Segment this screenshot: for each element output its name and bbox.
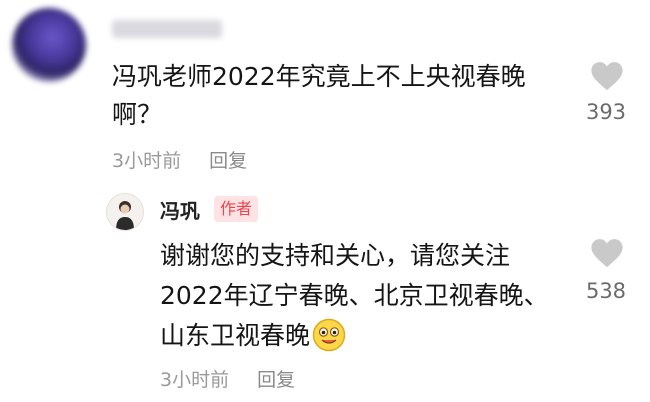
reply-like-count: 538 [585, 279, 627, 303]
author-badge: 作者 [214, 196, 259, 222]
author-avatar[interactable] [106, 193, 144, 231]
comment-reply-button[interactable]: 回复 [209, 150, 247, 172]
comment-text: 冯巩老师2022年究竟上不上央视春晚啊？ [112, 62, 526, 129]
heart-icon[interactable] [590, 60, 624, 92]
comment-meta: 3小时前 回复 [112, 146, 269, 173]
comment-time: 3小时前 [112, 150, 182, 172]
heart-icon[interactable] [590, 237, 624, 269]
commenter-name-blurred[interactable] [112, 20, 222, 38]
reply-meta: 3小时前 回复 [160, 365, 317, 392]
reply-reply-button[interactable]: 回复 [257, 369, 295, 391]
author-name[interactable]: 冯巩 [160, 195, 200, 224]
smiley-emoji-icon [312, 318, 346, 352]
reply-time: 3小时前 [160, 369, 230, 391]
reply-text-content: 谢谢您的支持和关心，请您关注2022年辽宁春晚、北京卫视春晚、山东卫视春晚 [160, 241, 549, 350]
comment-like-count: 393 [585, 100, 627, 124]
commenter-avatar[interactable] [12, 8, 86, 82]
reply-text: 谢谢您的支持和关心，请您关注2022年辽宁春晚、北京卫视春晚、山东卫视春晚 [160, 236, 570, 356]
